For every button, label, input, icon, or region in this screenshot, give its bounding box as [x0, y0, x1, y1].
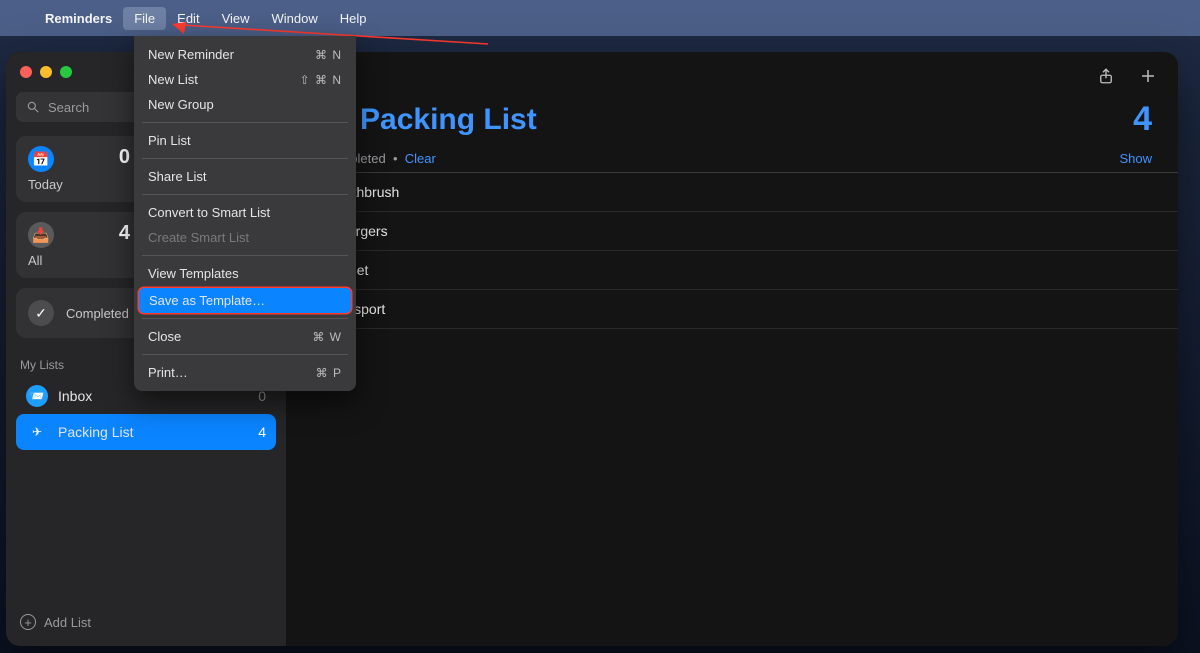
sidebar-list-packing-count: 4 — [258, 424, 266, 440]
menu-separator — [142, 354, 348, 355]
menu-item-new-list[interactable]: New List⇧ ⌘ N — [134, 67, 356, 92]
menu-item-save-as-template[interactable]: Save as Template… — [139, 288, 351, 313]
tile-all-label: All — [28, 253, 130, 268]
tile-today[interactable]: 📅 0 Today — [16, 136, 142, 202]
search-icon — [26, 100, 40, 114]
check-icon: ✓ — [28, 300, 54, 326]
close-window-button[interactable] — [20, 66, 32, 78]
fullscreen-window-button[interactable] — [60, 66, 72, 78]
menubar-window[interactable]: Window — [261, 7, 329, 30]
menubar-view[interactable]: View — [211, 7, 261, 30]
menu-separator — [142, 255, 348, 256]
plus-icon: + — [20, 614, 36, 630]
list-count: 4 — [1133, 100, 1152, 139]
menubar-edit[interactable]: Edit — [166, 7, 210, 30]
clear-completed-button[interactable]: Clear — [405, 151, 436, 166]
reminder-item[interactable]: Toothbrush — [286, 173, 1178, 212]
menu-separator — [142, 122, 348, 123]
menubar-file[interactable]: File — [123, 7, 166, 30]
menu-item-convert-to-smart-list[interactable]: Convert to Smart List — [134, 200, 356, 225]
calendar-icon: 📅 — [28, 146, 54, 172]
inbox-icon: 📨 — [26, 385, 48, 407]
add-reminder-icon[interactable] — [1138, 66, 1158, 86]
menu-item-print[interactable]: Print…⌘ P — [134, 360, 356, 385]
tile-all[interactable]: 📥 4 All — [16, 212, 142, 278]
list-title: Packing List — [360, 103, 537, 137]
menu-item-new-reminder[interactable]: New Reminder⌘ N — [134, 42, 356, 67]
minimize-window-button[interactable] — [40, 66, 52, 78]
sidebar-list-packing[interactable]: ✈ Packing List 4 — [16, 414, 276, 450]
sidebar-list-packing-label: Packing List — [58, 424, 133, 440]
main-content: Packing List 4 0 Completed • Clear Show … — [286, 52, 1178, 646]
tile-today-count: 0 — [119, 146, 130, 169]
tray-icon: 📥 — [28, 222, 54, 248]
menu-item-new-group[interactable]: New Group — [134, 92, 356, 117]
reminder-item[interactable]: Passport — [286, 290, 1178, 329]
menu-item-pin-list[interactable]: Pin List — [134, 128, 356, 153]
reminder-item[interactable]: Chargers — [286, 212, 1178, 251]
add-list-label: Add List — [44, 615, 91, 630]
tile-today-label: Today — [28, 177, 130, 192]
menu-item-create-smart-list: Create Smart List — [134, 225, 356, 250]
show-completed-button[interactable]: Show — [1119, 151, 1152, 166]
menu-item-close[interactable]: Close⌘ W — [134, 324, 356, 349]
menu-item-share-list[interactable]: Share List — [134, 164, 356, 189]
menubar-app[interactable]: Reminders — [34, 7, 123, 30]
share-icon[interactable] — [1096, 66, 1116, 86]
tile-all-count: 4 — [119, 222, 130, 245]
menu-separator — [142, 194, 348, 195]
menubar: Reminders File Edit View Window Help — [0, 0, 1200, 36]
toolbar — [286, 52, 1178, 100]
add-list-button[interactable]: + Add List — [16, 608, 276, 636]
file-menu-dropdown: New Reminder⌘ NNew List⇧ ⌘ NNew Group Pin… — [134, 36, 356, 391]
sidebar-list-inbox-label: Inbox — [58, 388, 92, 404]
menu-separator — [142, 318, 348, 319]
menu-item-view-templates[interactable]: View Templates — [134, 261, 356, 286]
menu-separator — [142, 158, 348, 159]
reminder-item[interactable]: Wallet — [286, 251, 1178, 290]
menubar-help[interactable]: Help — [329, 7, 378, 30]
search-placeholder: Search — [48, 100, 89, 115]
airplane-icon: ✈ — [26, 421, 48, 443]
